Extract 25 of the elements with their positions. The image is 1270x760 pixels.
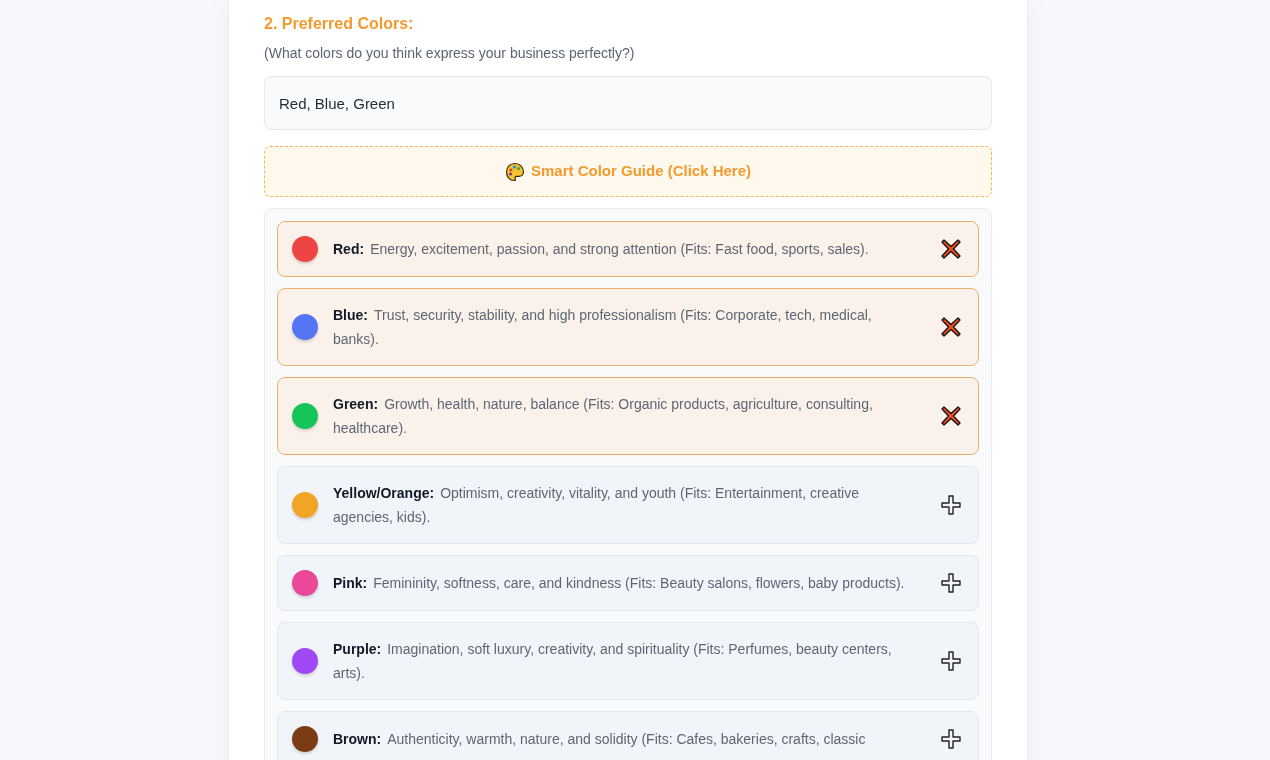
color-option[interactable]: Green: Growth, health, nature, balance (Fits: Organic products, agriculture, consulting, healthcare). bbox=[277, 377, 979, 455]
color-option-text: Purple: Imagination, soft luxury, creativity, and spirituality (Fits: Perfumes, beauty centers, arts). bbox=[333, 640, 893, 683]
colors-input-field[interactable]: Red, Blue, Green bbox=[264, 76, 992, 130]
color-option-text: Brown: Authenticity, warmth, nature, and solidity (Fits: Cafes, bakeries, crafts, classic bbox=[333, 730, 867, 749]
color-option-text: Red: Energy, excitement, passion, and strong attention (Fits: Fast food, sports, sales). bbox=[333, 240, 870, 259]
add-icon[interactable] bbox=[940, 728, 962, 750]
section-title: 2. Preferred Colors: bbox=[264, 14, 415, 34]
add-icon[interactable] bbox=[940, 494, 962, 516]
palette-icon bbox=[504, 161, 525, 182]
color-option[interactable]: Yellow/Orange: Optimism, creativity, vitality, and youth (Fits: Entertainment, creative agencies, kids). bbox=[277, 466, 979, 544]
color-option[interactable]: Purple: Imagination, soft luxury, creativity, and spirituality (Fits: Perfumes, beauty centers, arts). bbox=[277, 622, 979, 700]
color-option[interactable]: Red: Energy, excitement, passion, and strong attention (Fits: Fast food, sports, sales). bbox=[277, 221, 979, 277]
remove-icon[interactable] bbox=[940, 238, 962, 260]
color-option[interactable]: Brown: Authenticity, warmth, nature, and solidity (Fits: Cafes, bakeries, crafts, classic bbox=[277, 711, 979, 760]
color-option[interactable]: Blue: Trust, security, stability, and high professionalism (Fits: Corporate, tech, medical, banks). bbox=[277, 288, 979, 366]
add-icon[interactable] bbox=[940, 650, 962, 672]
color-option-text: Green: Growth, health, nature, balance (Fits: Organic products, agriculture, consulting, healthcare). bbox=[333, 395, 874, 438]
remove-icon[interactable] bbox=[940, 405, 962, 427]
color-option-text: Pink: Femininity, softness, care, and kindness (Fits: Beauty salons, flowers, baby products). bbox=[333, 574, 906, 593]
add-icon[interactable] bbox=[940, 572, 962, 594]
color-option-text: Yellow/Orange: Optimism, creativity, vitality, and youth (Fits: Entertainment, creative agencies, kids). bbox=[333, 484, 860, 527]
section-subtitle: (What colors do you think express your business perfectly?) bbox=[264, 44, 636, 62]
remove-icon[interactable] bbox=[940, 316, 962, 338]
color-option-text: Blue: Trust, security, stability, and high professionalism (Fits: Corporate, tech, medical, banks). bbox=[333, 306, 873, 349]
color-option[interactable]: Pink: Femininity, softness, care, and kindness (Fits: Beauty salons, flowers, baby products). bbox=[277, 555, 979, 611]
